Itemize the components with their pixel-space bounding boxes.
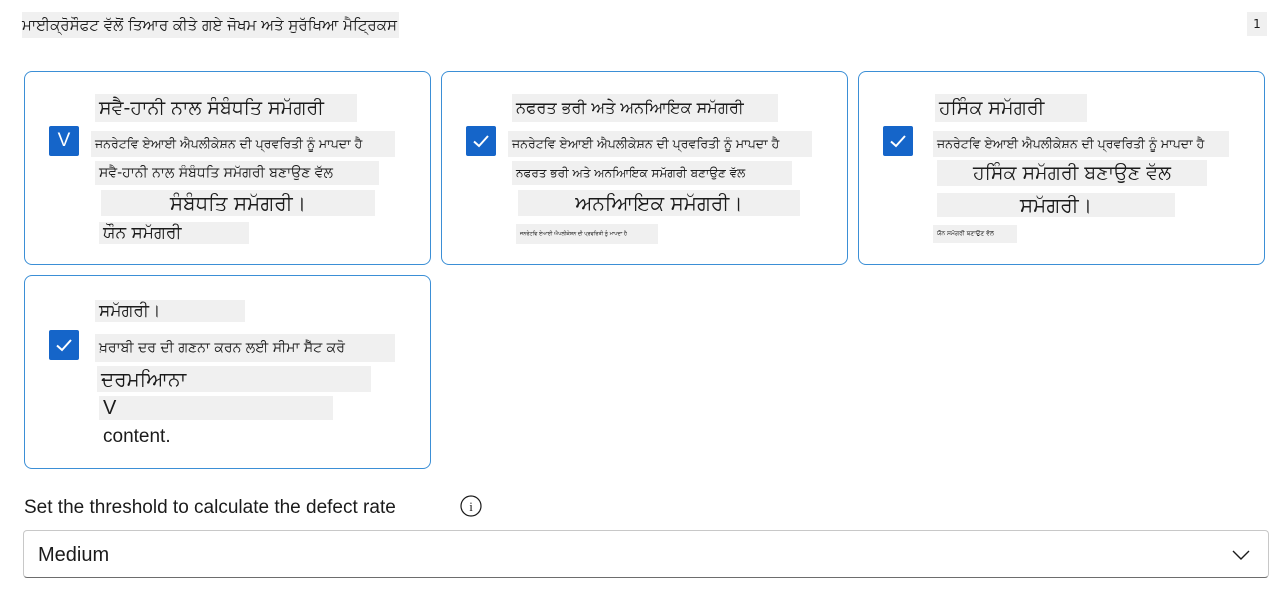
card-title: ਸਵੈ-ਹਾਨੀ ਨਾਲ ਸੰਬੰਧਤਿ ਸਮੱਗਰੀ (95, 94, 357, 122)
checkbox-sexual[interactable] (49, 330, 79, 360)
card-description-line: ਜਨਰੇਟਵਿ ਏਆਈ ਐਪਲੀਕੇਸ਼ਨ ਦੀ ਪ੍ਰਵਰਿਤੀ ਨੂੰ ਮਾ… (516, 224, 658, 244)
card-title: ਨਫਰਤ ਭਰੀ ਅਤੇ ਅਨਆਿਇਕ ਸਮੱਗਰੀ (512, 94, 778, 122)
metric-card-self-harm[interactable]: V ਸਵੈ-ਹਾਨੀ ਨਾਲ ਸੰਬੰਧਤਿ ਸਮੱਗਰੀ ਜਨਰੇਟਵਿ ਏਆ… (24, 71, 431, 265)
card-description-line: ਹਸਿੰਕ ਸਮੱਗਰੀ ਬਣਾਉਣ ਵੱਲ (937, 160, 1207, 186)
checkmark-icon (56, 339, 72, 352)
card-title: ਸਮੱਗਰੀ। (95, 300, 245, 322)
card-description-line: V (99, 396, 333, 420)
checkbox-violent[interactable] (883, 126, 913, 156)
card-description-line: ਖ਼ਰਾਬੀ ਦਰ ਦੀ ਗਣਨਾ ਕਰਨ ਲਈ ਸੀਮਾ ਸੈੱਟ ਕਰੋ (95, 334, 395, 362)
card-description-line: ਸੰਬੰਧਤਿ ਸਮੱਗਰੀ। (101, 190, 375, 216)
info-glyph: i (469, 499, 473, 514)
card-description-line: ਸਮੱਗਰੀ। (937, 193, 1175, 217)
card-title: ਹਸਿੰਕ ਸਮੱਗਰੀ (935, 94, 1087, 122)
checkmark-icon (473, 135, 489, 148)
card-description-line: ਅਨਆਿਇਕ ਸਮੱਗਰੀ। (518, 190, 800, 216)
card-description-line: ਨਫਰਤ ਭਰੀ ਅਤੇ ਅਨਆਿਇਕ ਸਮੱਗਰੀ ਬਣਾਉਣ ਵੱਲ (512, 161, 792, 185)
metric-card-violent[interactable]: ਹਸਿੰਕ ਸਮੱਗਰੀ ਜਨਰੇਟਵਿ ਏਆਈ ਐਪਲੀਕੇਸ਼ਨ ਦੀ ਪ੍… (858, 71, 1265, 265)
info-icon[interactable]: i (459, 494, 483, 518)
card-description-line: ਸਵੈ-ਹਾਨੀ ਨਾਲ ਸੰਬੰਧਤਿ ਸਮੱਗਰੀ ਬਣਾਉਣ ਵੱਲ (95, 161, 379, 185)
card-description-line: ਯੌਨ ਸਮੱਗਰੀ ਬਣਾਉਣ ਵੱਲ (933, 225, 1017, 243)
threshold-select-value: Medium (38, 544, 110, 566)
checkmark-icon (890, 135, 906, 148)
card-description-line: content. (103, 426, 171, 447)
threshold-select[interactable]: Medium (23, 530, 1269, 578)
metric-card-hateful[interactable]: ਨਫਰਤ ਭਰੀ ਅਤੇ ਅਨਆਿਇਕ ਸਮੱਗਰੀ ਜਨਰੇਟਵਿ ਏਆਈ ਐ… (441, 71, 848, 265)
page-count: 1 (1247, 12, 1267, 36)
checkbox-hateful[interactable] (466, 126, 496, 156)
card-description-line: ਯੌਨ ਸਮੱਗਰੀ (99, 222, 249, 244)
card-description-line: ਜਨਰੇਟਵਿ ਏਆਈ ਐਪਲੀਕੇਸ਼ਨ ਦੀ ਪ੍ਰਵਰਿਤੀ ਨੂੰ ਮਾ… (508, 131, 812, 157)
checkbox-self-harm[interactable]: V (49, 126, 79, 156)
card-description-line: ਦਰਮਆਿਨਾ (97, 366, 371, 392)
page-title: ਮਾਈਕ੍ਰੋਸੌਫਟ ਵੱਲੋਂ ਤਿਆਰ ਕੀਤੇ ਗਏ ਜੋਖਮ ਅਤੇ … (22, 12, 399, 38)
checkbox-glyph: V (57, 130, 71, 151)
card-description-line: ਜਨਰੇਟਵਿ ਏਆਈ ਐਪਲੀਕੇਸ਼ਨ ਦੀ ਪ੍ਰਵਰਿਤੀ ਨੂੰ ਮਾ… (933, 131, 1229, 157)
chevron-down-icon (1232, 550, 1250, 560)
threshold-label: Set the threshold to calculate the defec… (24, 497, 396, 518)
card-description-line: ਜਨਰੇਟਵਿ ਏਆਈ ਐਪਲੀਕੇਸ਼ਨ ਦੀ ਪ੍ਰਵਰਿਤੀ ਨੂੰ ਮਾ… (91, 131, 395, 157)
metric-card-sexual[interactable]: ਸਮੱਗਰੀ। ਖ਼ਰਾਬੀ ਦਰ ਦੀ ਗਣਨਾ ਕਰਨ ਲਈ ਸੀਮਾ ਸੈ… (24, 275, 431, 469)
